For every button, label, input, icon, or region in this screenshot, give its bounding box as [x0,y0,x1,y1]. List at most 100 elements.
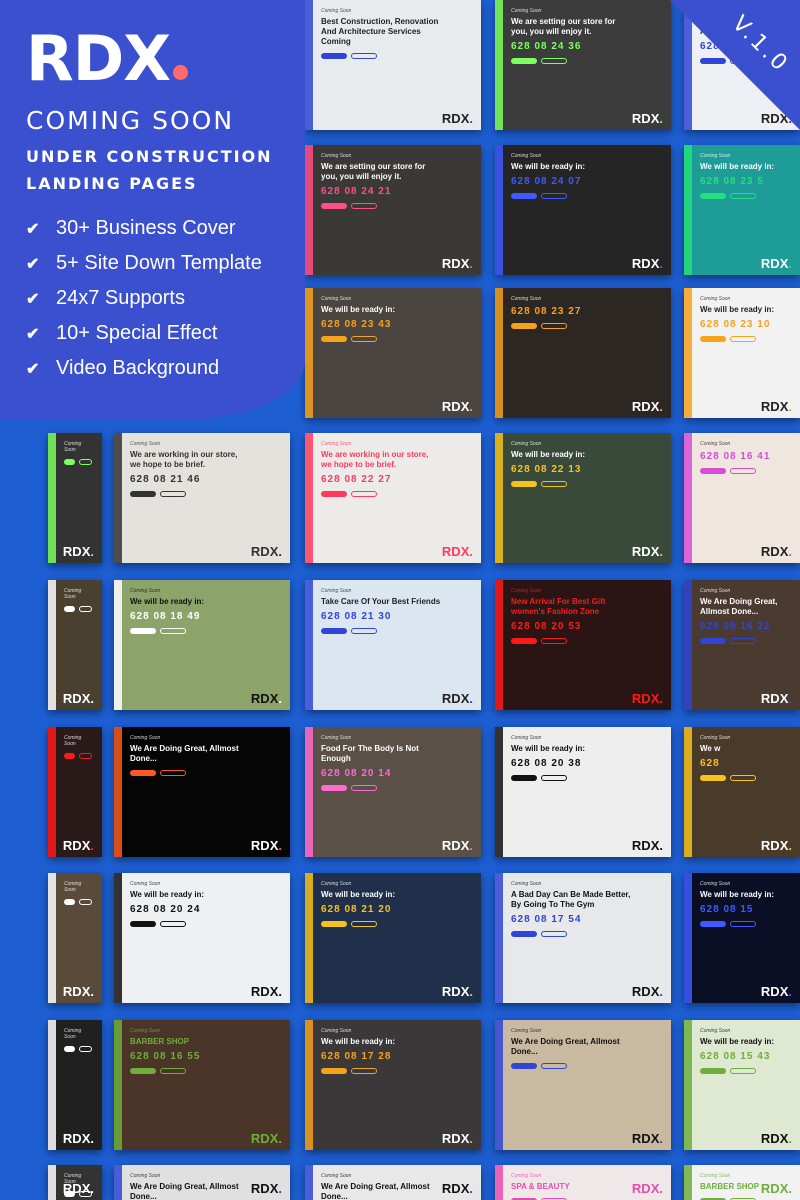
about-button[interactable] [700,58,726,64]
side-strip [305,1165,313,1200]
about-button[interactable] [511,1063,537,1069]
contact-button[interactable] [541,323,567,329]
about-button[interactable] [130,491,156,497]
about-button[interactable] [321,921,347,927]
contact-button[interactable] [541,638,567,644]
coming-soon-label: Coming Soon [511,735,542,741]
coming-soon-label: Coming Soon [700,588,731,594]
coming-soon-label: Coming Soon [511,881,542,887]
contact-button[interactable] [79,899,92,905]
about-button[interactable] [130,628,156,634]
card-logo: RDX. [441,838,473,853]
about-button[interactable] [511,193,537,199]
contact-button[interactable] [160,628,186,634]
about-button[interactable] [700,468,726,474]
template-card: Coming Soon Food For The Body Is Not Enou… [305,727,481,857]
card-logo: RDX. [441,544,473,559]
check-icon: ✔ [26,360,40,378]
about-button[interactable] [321,491,347,497]
card-headline: We will be ready in: [321,890,396,899]
about-button[interactable] [130,921,156,927]
contact-button[interactable] [160,770,186,776]
about-button[interactable] [700,336,726,342]
card-logo: RDX. [631,1181,663,1196]
contact-button[interactable] [730,193,756,199]
side-strip [305,288,313,418]
about-button[interactable] [64,753,76,759]
about-button[interactable] [321,785,347,791]
countdown: 628 08 23 43 [321,319,392,330]
side-strip [495,0,503,130]
card-headline: We will be ready in: [700,162,775,171]
contact-button[interactable] [160,491,186,497]
about-button[interactable] [511,775,537,781]
template-card: Coming Soon We are setting our store for … [495,0,671,130]
about-button[interactable] [321,1068,347,1074]
contact-button[interactable] [351,336,377,342]
coming-soon-label: Coming Soon [64,441,82,453]
about-button[interactable] [64,899,76,905]
contact-button[interactable] [541,481,567,487]
contact-button[interactable] [351,921,377,927]
card-logo: RDX. [631,691,663,706]
coming-soon-label: Coming Soon [321,153,352,159]
contact-button[interactable] [351,1068,377,1074]
contact-button[interactable] [541,775,567,781]
template-card: Coming Soon We are working in our store, … [305,433,481,563]
contact-button[interactable] [541,931,567,937]
card-logo: RDX. [250,544,282,559]
contact-button[interactable] [351,53,377,59]
coming-soon-label: Coming Soon [700,1173,731,1179]
about-button[interactable] [321,336,347,342]
card-logo: RDX. [760,691,792,706]
contact-button[interactable] [730,468,756,474]
template-card: Coming Soon We are setting our store for … [305,145,481,275]
about-button[interactable] [511,58,537,64]
about-button[interactable] [130,770,156,776]
about-button[interactable] [700,193,726,199]
about-button[interactable] [130,1068,156,1074]
about-button[interactable] [321,203,347,209]
card-logo: RDX. [631,399,663,414]
about-button[interactable] [700,1068,726,1074]
card-logo: RDX. [62,838,94,853]
card-headline: We will be ready in: [321,305,396,314]
contact-button[interactable] [730,336,756,342]
contact-button[interactable] [730,775,756,781]
contact-button[interactable] [541,193,567,199]
about-button[interactable] [700,775,726,781]
contact-button[interactable] [730,1068,756,1074]
about-button[interactable] [700,638,726,644]
card-logo: RDX. [631,838,663,853]
contact-button[interactable] [351,785,377,791]
coming-soon-label: Coming Soon [321,8,352,14]
about-button[interactable] [321,53,347,59]
about-button[interactable] [511,481,537,487]
contact-button[interactable] [351,491,377,497]
coming-soon-label: Coming Soon [700,296,731,302]
about-button[interactable] [64,459,76,465]
contact-button[interactable] [160,921,186,927]
contact-button[interactable] [160,1068,186,1074]
contact-button[interactable] [730,921,756,927]
contact-button[interactable] [79,1046,92,1052]
contact-button[interactable] [541,1063,567,1069]
about-button[interactable] [511,931,537,937]
contact-button[interactable] [730,638,756,644]
about-button[interactable] [700,921,726,927]
contact-button[interactable] [79,753,92,759]
contact-button[interactable] [79,459,92,465]
check-icon: ✔ [26,255,40,273]
coming-soon-label: Coming Soon [321,588,352,594]
contact-button[interactable] [351,628,377,634]
card-headline: Food For The Body Is Not Enough [321,744,419,763]
about-button[interactable] [511,323,537,329]
about-button[interactable] [511,638,537,644]
about-button[interactable] [64,1046,76,1052]
about-button[interactable] [321,628,347,634]
contact-button[interactable] [79,606,92,612]
contact-button[interactable] [541,58,567,64]
coming-soon-label: Coming Soon [64,1028,82,1040]
about-button[interactable] [64,606,76,612]
contact-button[interactable] [351,203,377,209]
